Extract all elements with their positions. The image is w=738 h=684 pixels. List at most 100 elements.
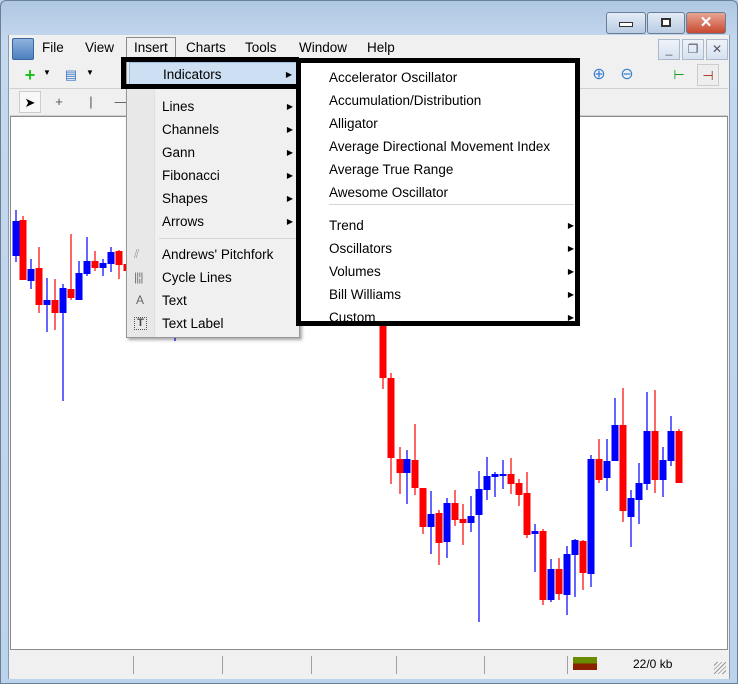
menu-item-lines[interactable]: Lines ▶ (129, 95, 299, 118)
candle-body (667, 431, 675, 461)
candle-body (539, 531, 547, 600)
menu-charts[interactable]: Charts (179, 38, 233, 59)
candle-body (43, 300, 51, 305)
submenu-item-volumes[interactable]: Volumes ▶ (329, 260, 574, 283)
menu-view[interactable]: View (78, 38, 121, 59)
candle (387, 373, 395, 484)
close-button[interactable]: ✕ (686, 12, 726, 34)
mdi-minimize-button[interactable]: _ (658, 39, 680, 60)
candle (675, 429, 683, 483)
candle (107, 247, 115, 272)
menu-item-gann[interactable]: Gann ▶ (129, 141, 299, 164)
auto-scroll-icon[interactable]: ⊢ (668, 64, 690, 86)
menu-item-label: Channels (162, 122, 220, 137)
candle (91, 251, 99, 271)
dropdown-arrow-icon[interactable]: ▼ (43, 68, 51, 77)
submenu-item-adx[interactable]: Average Directional Movement Index (329, 135, 574, 158)
chart-shift-icon[interactable]: ⊣ (697, 64, 719, 86)
candle (59, 284, 67, 401)
candle-body (595, 459, 603, 480)
candle (539, 529, 547, 605)
menu-item-label: Gann (162, 145, 196, 160)
menu-item-fibonacci[interactable]: Fibonacci ▶ (129, 164, 299, 187)
cursor-icon[interactable]: ➤ (19, 91, 41, 113)
app-logo-icon (12, 38, 34, 60)
menu-window[interactable]: Window (292, 38, 354, 59)
insert-menu: Indicators ▶ Lines ▶ Channels ▶ Gann ▶ Fibon… (126, 60, 300, 338)
submenu-item-custom[interactable]: Custom ▶ (329, 306, 574, 329)
candle (483, 457, 491, 500)
menu-tools[interactable]: Tools (238, 38, 284, 59)
candle (627, 490, 635, 547)
submenu-arrow-icon: ▶ (286, 148, 293, 157)
candle-body (419, 488, 427, 527)
candle-body (403, 459, 411, 473)
candle-body (515, 483, 523, 495)
candle (651, 390, 659, 493)
candle-body (427, 514, 435, 527)
menu-item-label: Fibonacci (162, 168, 220, 183)
vertical-line-icon[interactable]: | (80, 91, 102, 113)
menu-item-cycle-lines[interactable]: ||¦| Cycle Lines (129, 266, 299, 289)
zoom-in-icon[interactable]: ⊕ (588, 64, 610, 86)
status-separator (222, 656, 223, 674)
menu-item-label: Bill Williams (329, 287, 401, 302)
submenu-item-awesome-oscillator[interactable]: Awesome Oscillator (329, 181, 574, 204)
menu-item-label: Volumes (329, 264, 381, 279)
candle (35, 247, 43, 313)
mdi-close-button[interactable]: ✕ (706, 39, 728, 60)
candle (499, 460, 507, 489)
candle (475, 471, 483, 622)
menu-help[interactable]: Help (360, 38, 402, 59)
submenu-item-atr[interactable]: Average True Range (329, 158, 574, 181)
candle (611, 398, 619, 461)
menu-item-label: Cycle Lines (162, 270, 232, 285)
candle-body (51, 300, 59, 313)
candle-body (507, 474, 515, 484)
candle-body (555, 569, 563, 594)
submenu-item-accumulation-distribution[interactable]: Accumulation/Distribution (329, 89, 574, 112)
status-separator (567, 656, 568, 674)
resize-grip[interactable] (714, 662, 726, 674)
mdi-restore-button[interactable]: ❐ (682, 39, 704, 60)
maximize-button[interactable] (647, 12, 685, 34)
candle (115, 250, 123, 279)
text-label-icon: T (134, 317, 147, 330)
submenu-item-accelerator-oscillator[interactable]: Accelerator Oscillator (329, 66, 574, 89)
menu-file[interactable]: File (35, 38, 71, 59)
traffic-status: 22/0 kb (633, 657, 673, 671)
candle-body (443, 503, 451, 542)
submenu-arrow-icon: ▶ (567, 313, 574, 322)
submenu-item-alligator[interactable]: Alligator (329, 112, 574, 135)
menu-item-shapes[interactable]: Shapes ▶ (129, 187, 299, 210)
connection-status-icon (573, 657, 597, 670)
candle-body (396, 459, 404, 473)
candle-body (571, 540, 579, 555)
candle (411, 424, 419, 495)
candle-body (563, 554, 571, 595)
candle (467, 496, 475, 532)
new-chart-icon[interactable]: + (19, 64, 41, 86)
dropdown-arrow-icon[interactable]: ▼ (86, 68, 94, 77)
candle-body (35, 268, 43, 305)
profiles-icon[interactable]: ▤ (60, 64, 82, 86)
candle-body (659, 460, 667, 480)
menu-item-arrows[interactable]: Arrows ▶ (129, 210, 299, 233)
status-separator (396, 656, 397, 674)
candle (659, 447, 667, 497)
candle (563, 546, 571, 615)
crosshair-icon[interactable]: + (48, 91, 70, 113)
menu-item-andrews-pitchfork[interactable]: ⫽ Andrews' Pitchfork (129, 243, 299, 266)
minimize-button[interactable] (606, 12, 646, 34)
candle-body (627, 498, 635, 517)
cycle-lines-icon: ||¦| (134, 270, 144, 284)
menu-item-channels[interactable]: Channels ▶ (129, 118, 299, 141)
submenu-item-bill-williams[interactable]: Bill Williams ▶ (329, 283, 574, 306)
menu-item-text-label[interactable]: T Text Label (129, 312, 299, 335)
submenu-item-trend[interactable]: Trend ▶ (329, 214, 574, 237)
candle (27, 259, 35, 289)
zoom-out-icon[interactable]: ⊖ (616, 64, 638, 86)
menu-item-text[interactable]: A Text (129, 289, 299, 312)
menu-item-label: Text (162, 293, 187, 308)
submenu-item-oscillators[interactable]: Oscillators ▶ (329, 237, 574, 260)
